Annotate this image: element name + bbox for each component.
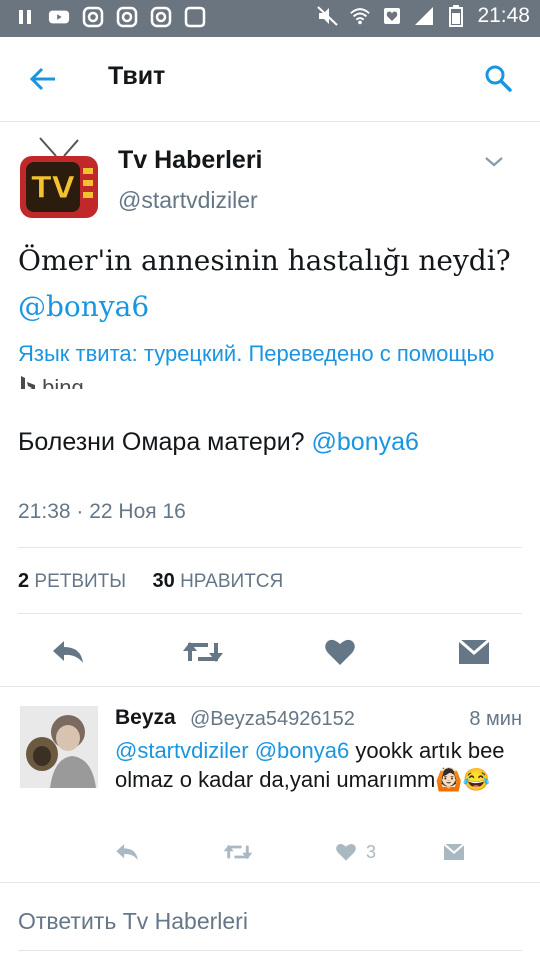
translated-text: Болезни Омара матери? @bonya6 <box>18 428 419 457</box>
wifi-icon <box>349 5 371 27</box>
like-count: 30 <box>152 570 175 592</box>
tweet-timestamp: 21:38 · 22 Ноя 16 <box>18 500 186 523</box>
author-name[interactable]: Tv Haberleri <box>118 146 263 175</box>
tweet-mention-link[interactable]: @bonya6 <box>18 290 149 323</box>
instagram-icon <box>82 6 104 28</box>
app-icon <box>184 6 206 28</box>
retweet-stat[interactable]: 2 РЕТВИТЫ <box>18 570 127 592</box>
battery-icon <box>445 5 467 27</box>
retweet-button[interactable] <box>181 634 225 670</box>
instagram-icon <box>150 6 172 28</box>
reply-author-name[interactable]: Beyza <box>115 706 176 730</box>
reply-icon <box>116 844 138 860</box>
reply-retweet-button[interactable] <box>222 840 254 864</box>
divider <box>0 882 540 883</box>
reply-field-underline <box>18 950 522 951</box>
divider <box>18 613 522 614</box>
search-icon <box>485 65 512 92</box>
retweet-label: РЕТВИТЫ <box>34 571 127 592</box>
pause-icon <box>14 6 36 28</box>
envelope-icon <box>458 638 490 664</box>
reply-like-count: 3 <box>366 842 377 862</box>
reply-compose-field[interactable]: Ответить Tv Haberleri <box>18 908 248 935</box>
tweet-text-main: Ömer'in annesinin hastalığı neydi? <box>18 244 511 277</box>
avatar-logo-text: TV <box>31 171 75 206</box>
reply-button[interactable] <box>48 634 88 670</box>
like-button[interactable] <box>322 634 358 670</box>
signal-icon <box>413 5 435 27</box>
reply-author-handle[interactable]: @Beyza54926152 <box>190 708 355 731</box>
mute-icon <box>317 5 339 27</box>
translated-mention-link[interactable]: @bonya6 <box>312 428 419 456</box>
like-label: НРАВИТСЯ <box>180 571 284 592</box>
translation-note-text: Язык твита: турецкий. Переведено с помощ… <box>18 341 495 366</box>
tweet-text: Ömer'in annesinin hastalığı neydi? @bonya… <box>18 238 518 330</box>
envelope-icon <box>443 843 465 860</box>
translation-provider: bing <box>42 375 84 389</box>
direct-message-button[interactable] <box>456 634 492 670</box>
chevron-down-icon[interactable] <box>482 152 506 172</box>
bing-logo-icon <box>21 376 35 389</box>
reply-dm-button[interactable] <box>441 840 467 864</box>
reply-text: @startvdiziler @bonya6 yookk artık bee o… <box>115 736 530 794</box>
author-handle[interactable]: @startvdiziler <box>118 187 258 214</box>
reply-time: 8 мин <box>469 708 522 730</box>
retweet-icon <box>183 642 223 662</box>
heart-icon <box>336 843 356 861</box>
reply-mention-link[interactable]: @startvdiziler <box>115 738 249 763</box>
retweet-count: 2 <box>18 570 30 592</box>
youtube-icon <box>48 6 70 28</box>
tweet-stats: 2 РЕТВИТЫ 30 НРАВИТСЯ <box>18 570 283 593</box>
author-avatar[interactable]: TV <box>18 136 100 222</box>
page-title: Твит <box>108 62 166 90</box>
arrow-left-icon <box>29 67 55 91</box>
back-button[interactable] <box>26 59 60 99</box>
reply-avatar[interactable] <box>20 706 98 788</box>
retweet-icon <box>223 844 253 860</box>
divider <box>0 686 540 687</box>
instagram-icon <box>116 6 138 28</box>
divider <box>18 547 522 548</box>
clock: 21:48 <box>477 4 530 27</box>
data-saver-icon <box>381 5 403 27</box>
reply-like-button[interactable] <box>333 840 359 864</box>
like-stat[interactable]: 30 НРАВИТСЯ <box>152 570 284 592</box>
status-bar: 21:48 <box>0 0 540 37</box>
search-button[interactable] <box>480 60 516 96</box>
translated-text-main: Болезни Омара матери? <box>18 428 305 456</box>
reply-icon <box>53 641 83 663</box>
heart-icon <box>325 639 355 665</box>
reply-mention-link[interactable]: @bonya6 <box>255 738 350 763</box>
app-bar: Твит <box>0 37 540 122</box>
translation-note[interactable]: Язык твита: турецкий. Переведено с помощ… <box>18 337 508 389</box>
reply-reply-button[interactable] <box>113 840 141 864</box>
